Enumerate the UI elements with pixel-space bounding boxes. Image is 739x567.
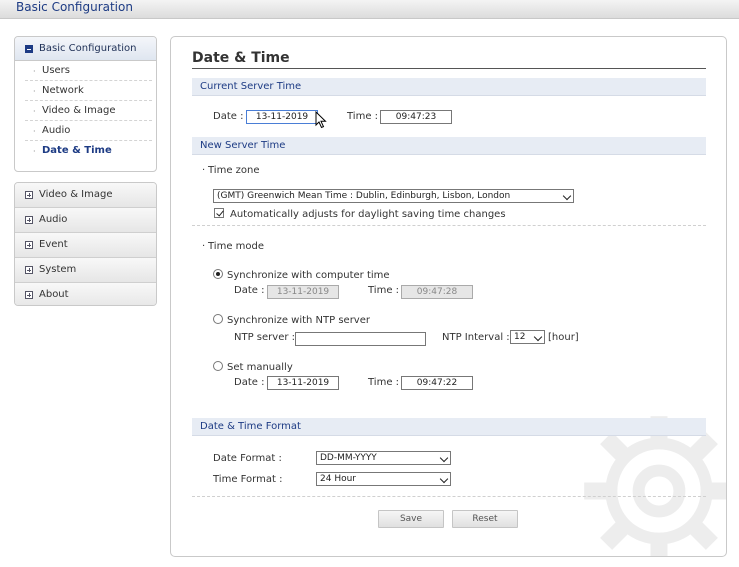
expand-icon xyxy=(25,191,33,199)
sidebar-item-users[interactable]: · Users xyxy=(25,61,152,81)
timezone-label: Time zone xyxy=(208,165,260,176)
sidebar-group-about[interactable]: About xyxy=(15,283,156,305)
section-current-server-time: Current Server Time xyxy=(192,78,706,96)
mouse-cursor-icon xyxy=(315,111,327,129)
sidebar-basic-config: Basic Configuration · Users · Network · … xyxy=(14,36,157,172)
manual-date-field[interactable]: 13-11-2019 xyxy=(267,376,339,390)
manual-label: Set manually xyxy=(227,362,293,373)
chevron-down-icon xyxy=(439,453,449,463)
expand-icon xyxy=(25,241,33,249)
manual-radio[interactable] xyxy=(213,361,223,371)
sync-time-field: 09:47:28 xyxy=(401,285,473,299)
divider xyxy=(192,225,706,226)
manual-time-label: Time : xyxy=(368,377,400,388)
time-format-select[interactable]: 24 Hour xyxy=(316,472,451,486)
sidebar-group-label: Video & Image xyxy=(39,189,113,200)
time-format-label: Time Format : xyxy=(213,474,283,485)
time-format-value: 24 Hour xyxy=(320,474,356,484)
bullet-icon: · xyxy=(33,67,36,76)
sidebar-item-audio[interactable]: · Audio xyxy=(25,121,152,141)
app-title: Basic Configuration xyxy=(16,0,133,14)
section-label: Current Server Time xyxy=(200,81,302,92)
sidebar-group-event[interactable]: Event xyxy=(15,233,156,258)
bullet-icon: · xyxy=(33,87,36,96)
ntp-server-label: NTP server : xyxy=(234,332,296,343)
current-time-label: Time : xyxy=(347,111,379,122)
sidebar-item-label: Audio xyxy=(42,125,71,136)
sync-ntp-radio[interactable] xyxy=(213,314,223,324)
sync-date-label: Date : xyxy=(234,285,265,296)
current-date-label: Date : xyxy=(213,111,244,122)
sidebar-header[interactable]: Basic Configuration xyxy=(15,37,156,61)
ntp-interval-label: NTP Interval : xyxy=(442,332,510,343)
sidebar-item-network[interactable]: · Network xyxy=(25,81,152,101)
ntp-server-input[interactable] xyxy=(295,332,426,346)
bullet-icon: · xyxy=(33,127,36,136)
expand-icon xyxy=(25,266,33,274)
date-format-value: DD-MM-YYYY xyxy=(320,453,377,463)
manual-time-field[interactable]: 09:47:22 xyxy=(401,376,473,390)
sync-computer-radio[interactable] xyxy=(213,269,223,279)
chevron-down-icon xyxy=(439,474,449,484)
chevron-down-icon xyxy=(562,191,572,201)
reset-button[interactable]: Reset xyxy=(452,510,518,528)
save-button[interactable]: Save xyxy=(378,510,444,528)
section-label: New Server Time xyxy=(200,140,286,151)
current-date-field[interactable]: 13-11-2019 xyxy=(246,110,318,124)
sidebar-group-label: Audio xyxy=(39,214,68,225)
sidebar-group-video-image[interactable]: Video & Image xyxy=(15,183,156,208)
sync-ntp-label: Synchronize with NTP server xyxy=(227,315,370,326)
ntp-interval-unit: [hour] xyxy=(548,332,579,343)
sidebar-group-label: About xyxy=(39,289,69,300)
sidebar-item-date-time[interactable]: · Date & Time xyxy=(25,141,152,161)
bullet-icon: · xyxy=(33,107,36,116)
title-divider xyxy=(192,68,706,69)
date-format-label: Date Format : xyxy=(213,453,282,464)
expand-icon xyxy=(25,216,33,224)
top-bar: Basic Configuration xyxy=(0,0,739,19)
sidebar-group-system[interactable]: System xyxy=(15,258,156,283)
bullet-icon: · xyxy=(33,147,36,156)
collapse-icon xyxy=(25,45,33,53)
main-panel: Date & Time Current Server Time Date : 1… xyxy=(170,36,727,557)
sidebar-item-video-image[interactable]: · Video & Image xyxy=(25,101,152,121)
sync-date-field: 13-11-2019 xyxy=(267,285,339,299)
sidebar-group-label: Event xyxy=(39,239,68,250)
sync-time-label: Time : xyxy=(368,285,400,296)
sync-computer-label: Synchronize with computer time xyxy=(227,270,390,281)
section-label: Date & Time Format xyxy=(200,421,301,432)
page-title: Date & Time xyxy=(192,50,290,66)
sidebar-group-audio[interactable]: Audio xyxy=(15,208,156,233)
sidebar-item-label: Network xyxy=(42,85,84,96)
section-new-server-time: New Server Time xyxy=(192,137,706,155)
timezone-select[interactable]: (GMT) Greenwich Mean Time : Dublin, Edin… xyxy=(213,189,574,203)
date-format-select[interactable]: DD-MM-YYYY xyxy=(316,451,451,465)
sidebar-header-label: Basic Configuration xyxy=(39,43,137,54)
ntp-interval-value: 12 xyxy=(514,332,526,342)
sidebar-item-label: Video & Image xyxy=(42,105,116,116)
ntp-interval-select[interactable]: 12 xyxy=(510,330,545,344)
expand-icon xyxy=(25,291,33,299)
timemode-bullet: · xyxy=(202,241,206,252)
timemode-label: Time mode xyxy=(208,241,265,252)
chevron-down-icon xyxy=(533,332,543,342)
sidebar-item-label: Date & Time xyxy=(42,145,112,156)
sidebar-group-label: System xyxy=(39,264,77,275)
manual-date-label: Date : xyxy=(234,377,265,388)
dst-label: Automatically adjusts for daylight savin… xyxy=(230,209,506,220)
current-time-field[interactable]: 09:47:23 xyxy=(380,110,452,124)
sidebar-item-label: Users xyxy=(42,65,71,76)
sidebar-groups: Video & Image Audio Event System About xyxy=(14,182,157,306)
divider xyxy=(192,496,706,497)
timezone-bullet: · xyxy=(202,165,206,176)
section-date-time-format: Date & Time Format xyxy=(192,418,706,436)
timezone-value: (GMT) Greenwich Mean Time : Dublin, Edin… xyxy=(217,191,511,201)
dst-checkbox[interactable] xyxy=(214,208,224,218)
